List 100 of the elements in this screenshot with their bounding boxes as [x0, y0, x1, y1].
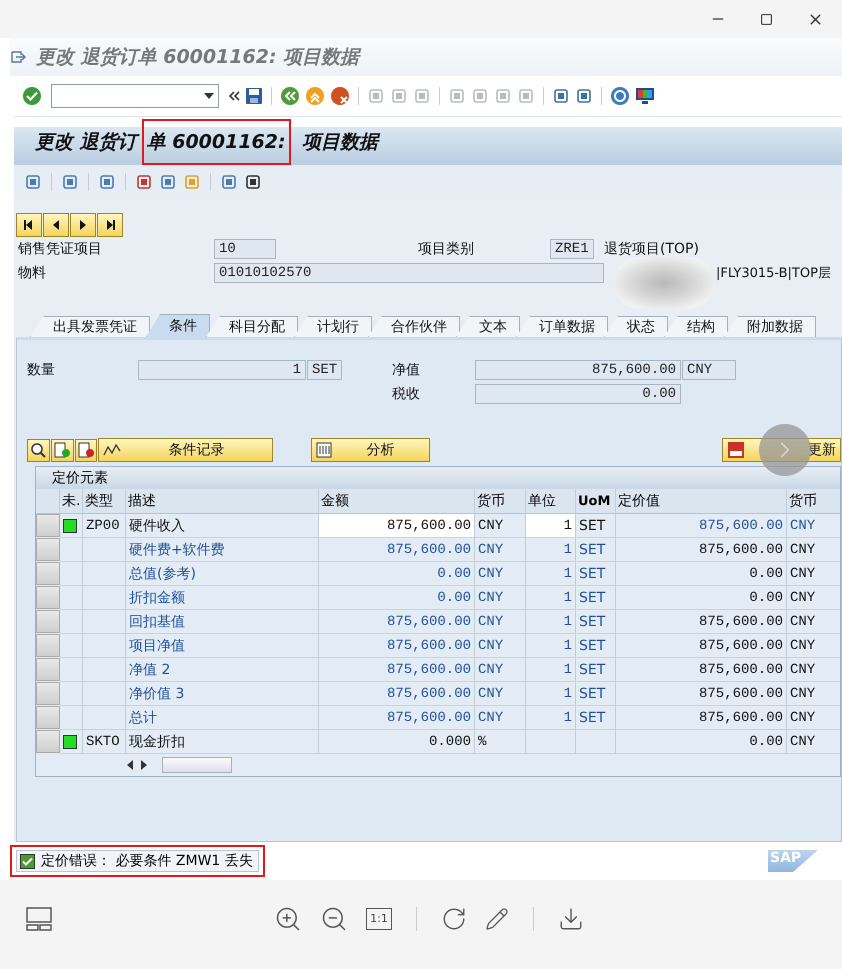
table-cell: CNY [475, 586, 526, 610]
table-cell: 875,600.00 [319, 610, 475, 634]
column-header[interactable]: 类型 [83, 489, 126, 514]
dropdown-icon[interactable] [204, 93, 214, 99]
table-cell: 1 [526, 682, 576, 706]
table-cell: SET [576, 562, 616, 586]
table-cell: SET [576, 514, 616, 538]
action-button[interactable]: 分析 [310, 438, 430, 462]
scroll-thumb[interactable] [162, 757, 232, 773]
field-label: 税收 [392, 385, 420, 403]
tab[interactable]: 合作伙伴 [368, 316, 460, 337]
table-cell: CNY [787, 538, 840, 562]
column-header[interactable]: 货币 [787, 489, 840, 514]
column-header[interactable]: 描述 [126, 489, 319, 514]
column-header[interactable]: 货币 [475, 489, 526, 514]
tab[interactable]: 附加数据 [724, 316, 816, 337]
table-cell: 1 [526, 538, 576, 562]
table-cell [83, 538, 126, 562]
table-cell: CNY [787, 586, 840, 610]
status-icon [63, 518, 77, 532]
delete-row-button[interactable] [74, 438, 98, 462]
tab[interactable]: 条件 [146, 314, 210, 337]
currency-field: CNY [682, 360, 736, 380]
table-cell: 875,600.00 [616, 538, 787, 562]
column-header[interactable]: 定价值 [616, 489, 787, 514]
save-icon[interactable] [245, 87, 263, 105]
tab[interactable]: 科目分配 [206, 316, 298, 337]
field-label: 数量 [27, 361, 55, 379]
add-row-button[interactable] [50, 438, 74, 462]
table-cell [83, 634, 126, 658]
table-cell: 875,600.00 [616, 706, 787, 730]
table-cell [60, 562, 83, 586]
tab[interactable]: 文本 [456, 316, 520, 337]
calendar-icon [726, 441, 745, 459]
table-cell: 项目净值 [126, 634, 319, 658]
table-cell: 875,600.00 [319, 682, 475, 706]
item-category-field[interactable]: ZRE1 [550, 239, 594, 259]
zoom-in-icon[interactable] [274, 904, 302, 932]
details-button[interactable] [27, 438, 50, 462]
monitor-icon[interactable] [635, 86, 655, 106]
last-item-button[interactable] [97, 213, 123, 237]
zoom-out-icon[interactable] [320, 904, 348, 932]
table-cell [60, 658, 83, 682]
table-cell: 净值 2 [126, 658, 319, 682]
table-cell [83, 658, 126, 682]
table-cell: CNY [787, 562, 840, 586]
exit-up-icon[interactable] [305, 86, 325, 106]
action-button[interactable]: 条件记录 [98, 438, 273, 462]
command-field[interactable] [51, 84, 219, 108]
table-cell [83, 706, 126, 730]
table-cell[interactable]: 1 [526, 514, 576, 538]
tab[interactable]: 计划行 [294, 316, 372, 337]
table-cell[interactable]: 875,600.00 [319, 514, 475, 538]
tab[interactable]: 订单数据 [516, 316, 608, 337]
table-cell: CNY [787, 514, 840, 538]
table-cell: ZP00 [83, 514, 126, 538]
item-field[interactable]: 10 [214, 239, 276, 259]
material-field[interactable]: 01010102570 [214, 263, 604, 283]
column-header[interactable]: 未. [60, 489, 83, 514]
chart-icon [316, 442, 332, 458]
table-cell: 0.00 [616, 586, 787, 610]
table-cell: 总值(参考) [126, 562, 319, 586]
layout-icon[interactable] [26, 906, 52, 930]
table-cell: CNY [475, 634, 526, 658]
cancel-icon[interactable] [330, 86, 350, 106]
left-triangle-icon [23, 219, 35, 231]
table-cell: 回扣基值 [126, 610, 319, 634]
table-cell: 875,600.00 [319, 634, 475, 658]
field-label: 净值 [392, 361, 420, 379]
tab[interactable]: 状态 [604, 316, 668, 337]
tab[interactable]: 出具发票凭证 [30, 316, 150, 337]
table-cell: 1 [526, 562, 576, 586]
actual-size-button[interactable]: 1:1 [366, 908, 392, 930]
scroll-right-icon[interactable] [140, 760, 148, 770]
back-icon[interactable] [280, 86, 300, 106]
sap-logo: SAP [768, 850, 818, 872]
next-item-button[interactable] [70, 213, 96, 237]
scroll-left-icon[interactable] [126, 760, 134, 770]
table-cell: CNY [475, 538, 526, 562]
rotate-icon[interactable] [441, 906, 467, 932]
table-cell: 1 [526, 706, 576, 730]
table-cell: 1 [526, 658, 576, 682]
table-cell: 现金折扣 [126, 730, 319, 754]
window-title: 更改 退货订单 60001162: 项目数据 [36, 45, 360, 70]
table-cell: 875,600.00 [616, 682, 787, 706]
previous-item-button[interactable] [43, 213, 69, 237]
table-cell: 硬件费+软件费 [126, 538, 319, 562]
exit-icon [10, 49, 26, 65]
download-icon[interactable] [558, 906, 584, 932]
first-item-button[interactable] [16, 213, 42, 237]
collapse-icon[interactable] [228, 90, 240, 102]
table-cell: CNY [475, 706, 526, 730]
table-cell: CNY [787, 634, 840, 658]
confirm-icon[interactable] [22, 86, 42, 106]
maximize-icon[interactable] [760, 12, 773, 26]
column-header[interactable]: UoM [576, 489, 616, 514]
table-cell: CNY [787, 658, 840, 682]
tab[interactable]: 结构 [664, 316, 728, 337]
unit-field: SET [307, 360, 342, 380]
table-cell [83, 586, 126, 610]
